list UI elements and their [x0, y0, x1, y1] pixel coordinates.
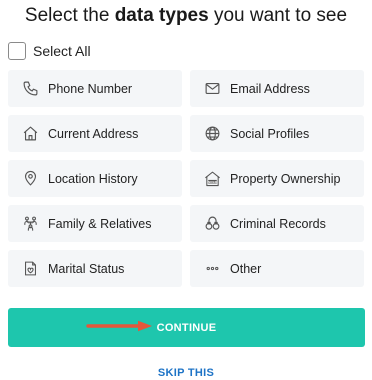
option-label: Location History [48, 171, 138, 186]
globe-icon [202, 124, 222, 144]
option-other[interactable]: Other [190, 250, 364, 287]
option-label: Email Address [230, 81, 310, 96]
option-social-profiles[interactable]: Social Profiles [190, 115, 364, 152]
title-suffix: you want to see [208, 5, 348, 26]
data-type-options: Phone Number Email Address Current Addre… [8, 70, 365, 287]
envelope-icon [202, 79, 222, 99]
option-label: Criminal Records [230, 216, 326, 231]
option-current-address[interactable]: Current Address [8, 115, 182, 152]
phone-icon [20, 79, 40, 99]
page-title: Select the data types you want to see [0, 5, 372, 27]
family-tree-icon [20, 214, 40, 234]
checkbox-box[interactable] [8, 42, 26, 60]
select-all-label: Select All [33, 43, 91, 59]
sold-house-icon: SOLD [202, 169, 222, 189]
option-label: Current Address [48, 126, 139, 141]
svg-text:SOLD: SOLD [207, 180, 217, 184]
option-property-ownership[interactable]: SOLD Property Ownership [190, 160, 364, 197]
location-pin-icon [20, 169, 40, 189]
skip-link[interactable]: SKIP THIS [0, 367, 372, 379]
arrow-right-icon [86, 320, 152, 332]
option-label: Phone Number [48, 81, 133, 96]
ellipsis-icon [202, 259, 222, 279]
option-marital-status[interactable]: Marital Status [8, 250, 182, 287]
option-family-relatives[interactable]: Family & Relatives [8, 205, 182, 242]
select-all-checkbox[interactable]: Select All [8, 40, 91, 62]
title-bold: data types [114, 5, 209, 26]
option-phone-number[interactable]: Phone Number [8, 70, 182, 107]
handcuffs-icon [202, 214, 222, 234]
title-prefix: Select the [24, 5, 115, 26]
continue-label: CONTINUE [156, 321, 217, 334]
option-label: Family & Relatives [48, 216, 152, 231]
option-label: Social Profiles [230, 126, 310, 141]
option-label: Marital Status [48, 261, 125, 276]
continue-button[interactable]: CONTINUE [8, 308, 365, 347]
option-location-history[interactable]: Location History [8, 160, 182, 197]
option-label: Property Ownership [230, 171, 341, 186]
marriage-certificate-icon [20, 259, 40, 279]
house-icon [20, 124, 40, 144]
option-criminal-records[interactable]: Criminal Records [190, 205, 364, 242]
option-label: Other [230, 261, 262, 276]
option-email-address[interactable]: Email Address [190, 70, 364, 107]
